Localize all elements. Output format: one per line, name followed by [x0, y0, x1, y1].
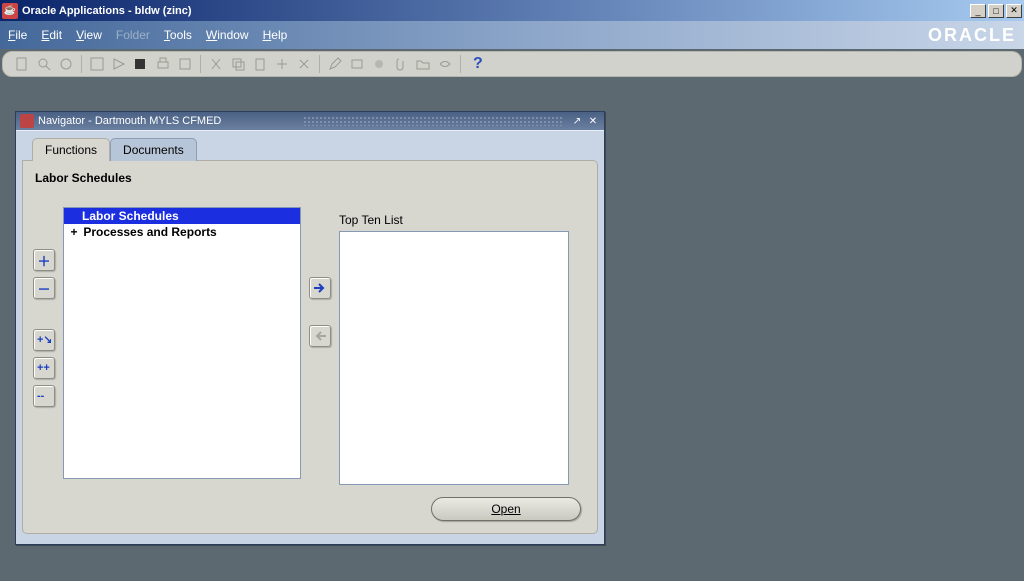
toolbar-separator — [460, 55, 461, 73]
navigator-restore-button[interactable]: ↗ — [570, 114, 584, 128]
navigator-close-button[interactable]: ✕ — [586, 114, 600, 128]
arrow-left-icon — [313, 330, 327, 342]
tool-new-icon[interactable] — [13, 55, 31, 73]
tool-find-icon[interactable] — [35, 55, 53, 73]
panel-footer: Open — [33, 497, 587, 521]
titlebar: ☕ Oracle Applications - bldw (zinc) _ □ … — [0, 0, 1024, 21]
tab-documents[interactable]: Documents — [110, 138, 197, 161]
tool-paste-icon[interactable] — [251, 55, 269, 73]
menubar: File Edit View Folder Tools Window Help … — [0, 21, 1024, 49]
menu-file[interactable]: File — [8, 28, 27, 42]
top-ten-label: Top Ten List — [339, 213, 569, 227]
menu-window[interactable]: Window — [206, 28, 249, 42]
tab-row: Functions Documents — [32, 137, 598, 160]
tool-copy-icon[interactable] — [229, 55, 247, 73]
menu-view[interactable]: View — [76, 28, 102, 42]
minimize-button[interactable]: _ — [970, 4, 986, 18]
oracle-logo: ORACLE — [928, 25, 1016, 46]
expand-branch-button[interactable]: +↘ — [33, 329, 55, 351]
toolbar-wrap: ? — [0, 49, 1024, 79]
tool-close-icon[interactable] — [176, 55, 194, 73]
collapse-button[interactable]: － — [33, 277, 55, 299]
panel-heading: Labor Schedules — [35, 171, 587, 185]
toolbar-separator — [200, 55, 201, 73]
titlebar-grip — [303, 116, 564, 126]
svg-text:--: -- — [37, 390, 45, 402]
function-tree[interactable]: Labor Schedules + Processes and Reports — [63, 207, 301, 479]
tool-cut-icon[interactable] — [207, 55, 225, 73]
top-ten-area: Top Ten List — [339, 213, 569, 485]
navigator-window: Navigator - Dartmouth MYLS CFMED ↗ ✕ Fun… — [15, 111, 605, 545]
svg-text:+↘: +↘ — [37, 334, 51, 346]
menu-items: File Edit View Folder Tools Window Help — [8, 28, 287, 42]
navigator-body: Functions Documents Labor Schedules ＋ － … — [16, 130, 604, 544]
remove-from-top-ten-button[interactable] — [309, 325, 331, 347]
navigator-title-text: Navigator - Dartmouth MYLS CFMED — [38, 115, 299, 127]
java-icon: ☕ — [2, 3, 18, 19]
toolbar-separator — [319, 55, 320, 73]
workspace: Navigator - Dartmouth MYLS CFMED ↗ ✕ Fun… — [0, 79, 1024, 581]
tool-flex-icon[interactable] — [436, 55, 454, 73]
expand-button[interactable]: ＋ — [33, 249, 55, 271]
expand-all-button[interactable]: ++ — [33, 357, 55, 379]
tool-save-icon[interactable] — [88, 55, 106, 73]
transfer-buttons — [301, 277, 339, 347]
menu-help[interactable]: Help — [263, 28, 288, 42]
navigator-icon — [20, 114, 34, 128]
tool-print-icon[interactable] — [154, 55, 172, 73]
tool-clip-icon[interactable] — [392, 55, 410, 73]
tree-side-buttons: ＋ － +↘ ++ -- — [33, 249, 63, 407]
open-button-label: Open — [491, 502, 520, 516]
menu-folder: Folder — [116, 28, 150, 42]
tree-item-label: Processes and Reports — [83, 225, 216, 239]
tool-attach-icon[interactable] — [370, 55, 388, 73]
toolbar-separator — [81, 55, 82, 73]
open-button[interactable]: Open — [431, 497, 581, 521]
tree-item-labor-schedules[interactable]: Labor Schedules — [64, 208, 300, 224]
tool-translate-icon[interactable] — [348, 55, 366, 73]
arrow-right-icon — [313, 282, 327, 294]
maximize-button[interactable]: □ — [988, 4, 1004, 18]
top-ten-list[interactable] — [339, 231, 569, 485]
help-icon[interactable]: ? — [473, 55, 483, 73]
tool-switch-icon[interactable] — [132, 55, 150, 73]
tree-item-processes-and-reports[interactable]: + Processes and Reports — [64, 224, 300, 240]
window-controls: _ □ ✕ — [970, 4, 1022, 18]
menu-tools[interactable]: Tools — [164, 28, 192, 42]
add-to-top-ten-button[interactable] — [309, 277, 331, 299]
collapse-all-button[interactable]: -- — [33, 385, 55, 407]
close-button[interactable]: ✕ — [1006, 4, 1022, 18]
window-title: Oracle Applications - bldw (zinc) — [22, 5, 970, 17]
svg-text:++: ++ — [37, 362, 50, 374]
toolbar: ? — [2, 51, 1022, 77]
tool-folder-icon[interactable] — [414, 55, 432, 73]
tab-functions[interactable]: Functions — [32, 138, 110, 161]
tool-edit-icon[interactable] — [326, 55, 344, 73]
panel-content: ＋ － +↘ ++ -- Labor Schedules + Processes… — [33, 213, 587, 485]
tool-next-step-icon[interactable] — [110, 55, 128, 73]
navigator-titlebar[interactable]: Navigator - Dartmouth MYLS CFMED ↗ ✕ — [16, 112, 604, 130]
tab-panel-functions: Labor Schedules ＋ － +↘ ++ -- Labor Sched… — [22, 160, 598, 534]
menu-edit[interactable]: Edit — [41, 28, 62, 42]
plus-icon: + — [68, 225, 80, 239]
tool-delete-icon[interactable] — [295, 55, 313, 73]
tool-nav-icon[interactable] — [57, 55, 75, 73]
tool-clear-icon[interactable] — [273, 55, 291, 73]
